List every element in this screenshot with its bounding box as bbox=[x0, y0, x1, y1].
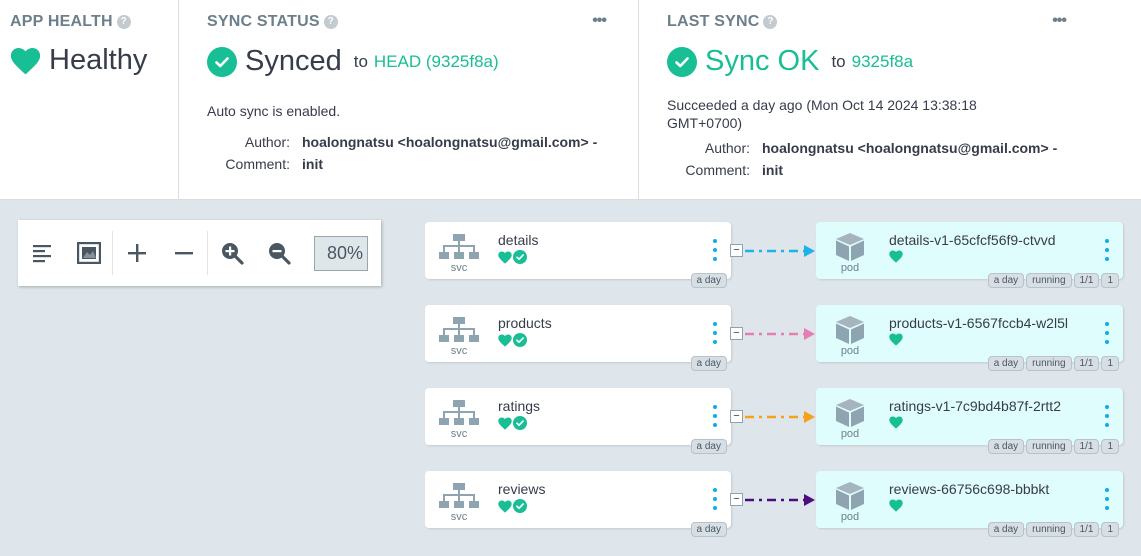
pod-node-reviews[interactable]: pod reviews-66756c698-bbbkt a day runnin… bbox=[816, 471, 1123, 537]
edge-reviews bbox=[745, 494, 815, 506]
count-tag: 1 bbox=[1101, 273, 1119, 288]
node-name: details-v1-65cfcf56f9-ctvvd bbox=[889, 232, 1056, 248]
count-tag: 1 bbox=[1101, 356, 1119, 371]
service-icon bbox=[439, 317, 479, 342]
node-tags: a day running 1/1 1 bbox=[986, 273, 1119, 288]
ready-tag: 1/1 bbox=[1073, 439, 1100, 454]
service-icon bbox=[439, 234, 479, 259]
service-node-ratings[interactable]: svc ratings a day bbox=[425, 388, 731, 454]
node-menu-icon[interactable] bbox=[1101, 239, 1113, 261]
age-tag: a day bbox=[987, 522, 1025, 537]
node-name: ratings bbox=[498, 398, 541, 414]
cube-icon bbox=[836, 316, 864, 344]
node-status bbox=[889, 333, 903, 346]
service-icon bbox=[439, 400, 479, 425]
edge-details bbox=[745, 245, 815, 257]
state-tag: running bbox=[1026, 356, 1072, 371]
pod-node-products[interactable]: pod products-v1-6567fccb4-w2l5l a day ru… bbox=[816, 305, 1123, 371]
node-status bbox=[889, 250, 903, 263]
node-menu-icon[interactable] bbox=[709, 488, 721, 510]
age-tag: a day bbox=[987, 356, 1025, 371]
age-tag: a day bbox=[987, 439, 1025, 454]
ready-tag: 1/1 bbox=[1073, 356, 1100, 371]
synced-check-icon bbox=[513, 250, 527, 264]
node-kind-label: svc bbox=[450, 345, 468, 357]
node-name: ratings-v1-7c9bd4b87f-2rtt2 bbox=[889, 398, 1061, 414]
node-status bbox=[498, 250, 527, 264]
state-tag: running bbox=[1026, 522, 1072, 537]
state-tag: running bbox=[1026, 439, 1072, 454]
edge-products bbox=[745, 328, 815, 340]
node-tags: a day running 1/1 1 bbox=[986, 439, 1119, 454]
state-tag: running bbox=[1026, 273, 1072, 288]
node-status bbox=[498, 416, 527, 430]
node-tags: a day bbox=[689, 439, 727, 454]
service-node-details[interactable]: svc details a day bbox=[425, 222, 731, 288]
node-menu-icon[interactable] bbox=[1101, 488, 1113, 510]
node-menu-icon[interactable] bbox=[709, 239, 721, 261]
node-status bbox=[498, 499, 527, 513]
node-tags: a day bbox=[689, 356, 727, 371]
node-kind-label: svc bbox=[450, 262, 468, 274]
ready-tag: 1/1 bbox=[1073, 522, 1100, 537]
node-kind-label: pod bbox=[840, 262, 860, 274]
age-tag: a day bbox=[690, 356, 727, 371]
node-tags: a day running 1/1 1 bbox=[986, 522, 1119, 537]
pod-node-ratings[interactable]: pod ratings-v1-7c9bd4b87f-2rtt2 a day ru… bbox=[816, 388, 1123, 454]
node-status bbox=[889, 499, 903, 512]
count-tag: 1 bbox=[1101, 439, 1119, 454]
heart-icon bbox=[889, 416, 903, 429]
cube-icon bbox=[836, 399, 864, 427]
count-tag: 1 bbox=[1101, 522, 1119, 537]
node-menu-icon[interactable] bbox=[1101, 405, 1113, 427]
node-name: reviews-66756c698-bbbkt bbox=[889, 481, 1050, 497]
heart-icon bbox=[889, 250, 903, 263]
service-icon bbox=[439, 483, 479, 508]
node-kind-label: pod bbox=[840, 428, 860, 440]
node-menu-icon[interactable] bbox=[709, 405, 721, 427]
node-name: products bbox=[498, 315, 552, 331]
heart-icon bbox=[889, 499, 903, 512]
cube-icon bbox=[836, 233, 864, 261]
heart-icon bbox=[498, 251, 512, 264]
age-tag: a day bbox=[690, 273, 727, 288]
node-kind-label: pod bbox=[840, 345, 860, 357]
heart-icon bbox=[498, 500, 512, 513]
node-kind-label: svc bbox=[450, 428, 468, 440]
collapse-toggle[interactable]: − bbox=[730, 244, 743, 257]
node-tags: a day running 1/1 1 bbox=[986, 356, 1119, 371]
collapse-toggle[interactable]: − bbox=[730, 410, 743, 423]
node-name: details bbox=[498, 232, 539, 248]
node-menu-icon[interactable] bbox=[709, 322, 721, 344]
collapse-toggle[interactable]: − bbox=[730, 327, 743, 340]
node-kind-label: svc bbox=[450, 511, 468, 523]
ready-tag: 1/1 bbox=[1073, 273, 1100, 288]
node-status bbox=[498, 333, 527, 347]
heart-icon bbox=[889, 333, 903, 346]
collapse-toggle[interactable]: − bbox=[730, 493, 743, 506]
cube-icon bbox=[836, 482, 864, 510]
node-tags: a day bbox=[689, 273, 727, 288]
age-tag: a day bbox=[987, 273, 1025, 288]
pod-node-details[interactable]: pod details-v1-65cfcf56f9-ctvvd a day ru… bbox=[816, 222, 1123, 288]
age-tag: a day bbox=[690, 522, 727, 537]
synced-check-icon bbox=[513, 416, 527, 430]
node-name: products-v1-6567fccb4-w2l5l bbox=[889, 315, 1068, 331]
edge-ratings bbox=[745, 411, 815, 423]
synced-check-icon bbox=[513, 499, 527, 513]
heart-icon bbox=[498, 334, 512, 347]
heart-icon bbox=[498, 417, 512, 430]
service-node-products[interactable]: svc products a day bbox=[425, 305, 731, 371]
service-node-reviews[interactable]: svc reviews a day bbox=[425, 471, 731, 537]
node-menu-icon[interactable] bbox=[1101, 322, 1113, 344]
synced-check-icon bbox=[513, 333, 527, 347]
node-name: reviews bbox=[498, 481, 546, 497]
age-tag: a day bbox=[690, 439, 727, 454]
node-kind-label: pod bbox=[840, 511, 860, 523]
node-status bbox=[889, 416, 903, 429]
node-tags: a day bbox=[689, 522, 727, 537]
